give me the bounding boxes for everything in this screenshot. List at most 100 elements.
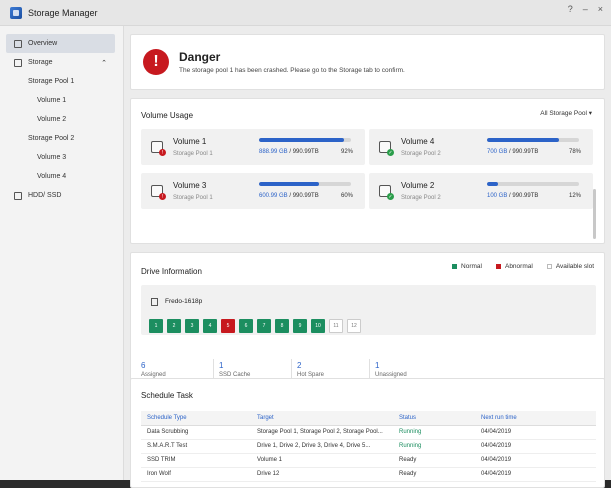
- volume-used: 100 GB: [487, 193, 508, 199]
- stat-value: 2: [297, 361, 302, 370]
- drive-slot-2[interactable]: 2: [167, 319, 181, 333]
- column-header[interactable]: Target: [251, 411, 393, 426]
- volume-used: 700 GB: [487, 149, 508, 155]
- volume-pool: Storage Pool 1: [173, 151, 213, 157]
- sidebar-item-label: Volume 1: [37, 97, 67, 104]
- scrollbar[interactable]: [593, 189, 596, 239]
- drive-slot-10[interactable]: 10: [311, 319, 325, 333]
- volume-pool: Storage Pool 1: [173, 195, 213, 201]
- volume-tile[interactable]: ! Volume 3 Storage Pool 1 600.99 GB / 99…: [141, 173, 365, 209]
- volume-name: Volume 4: [401, 137, 435, 146]
- volume-capacity: 100 GB / 990.99TB: [487, 193, 538, 199]
- volume-capacity: 600.99 GB / 990.99TB: [259, 193, 319, 199]
- drive-slot-9[interactable]: 9: [293, 319, 307, 333]
- table-header-row: Schedule Type Target Status Next run tim…: [141, 411, 596, 426]
- volume-tile[interactable]: ✓ Volume 2 Storage Pool 2 100 GB / 990.9…: [369, 173, 593, 209]
- cell-status: Running: [393, 439, 475, 454]
- column-header[interactable]: Status: [393, 411, 475, 426]
- volume-capacity: 700 GB / 990.99TB: [487, 149, 538, 155]
- volume-percent: 60%: [340, 193, 353, 199]
- legend-abnormal: Abnormal: [495, 263, 533, 270]
- volume-percent: 92%: [340, 149, 353, 155]
- drive-slot-6[interactable]: 6: [239, 319, 253, 333]
- volume-name: Volume 3: [173, 181, 207, 190]
- volume-total: / 990.99TB: [507, 149, 539, 155]
- volume-usage-title: Volume Usage: [141, 111, 194, 120]
- sidebar-item-storage-pool-1[interactable]: Storage Pool 1: [0, 72, 123, 91]
- sidebar-item-label: Volume 4: [37, 173, 67, 180]
- sidebar-item-storage-pool-2[interactable]: Storage Pool 2: [0, 129, 123, 148]
- sidebar-item-volume-2[interactable]: Volume 2: [0, 110, 123, 129]
- drive-slot-7[interactable]: 7: [257, 319, 271, 333]
- legend-available-label: Available slot: [555, 263, 594, 270]
- sidebar-item-storage[interactable]: Storage ⌃: [0, 53, 123, 72]
- main-content: ! Danger The storage pool 1 has been cra…: [124, 26, 611, 488]
- sidebar-item-hdd-ssd[interactable]: HDD/ SSD: [0, 186, 123, 205]
- nas-drive-panel: Fredo-1618p 1 2 3 4 5 6 7 8 9 10 11 12: [141, 285, 596, 335]
- usage-bar-fill: [259, 138, 344, 142]
- cell-type: Iron Wolf: [141, 467, 251, 482]
- stat-assigned: 6 Assigned: [141, 361, 166, 378]
- drive-slot-1[interactable]: 1: [149, 319, 163, 333]
- help-icon[interactable]: ?: [568, 4, 573, 14]
- sidebar: Overview Storage ⌃ Storage Pool 1 Volume…: [0, 26, 124, 480]
- sidebar-item-overview[interactable]: Overview: [6, 34, 115, 53]
- volume-percent: 12%: [568, 193, 581, 199]
- column-header[interactable]: Schedule Type: [141, 411, 251, 426]
- check-badge-icon: ✓: [387, 193, 394, 200]
- close-icon[interactable]: ×: [598, 4, 603, 14]
- error-badge-icon: !: [159, 193, 166, 200]
- drive-information-title: Drive Information: [141, 267, 202, 276]
- storage-manager-app-icon: [10, 6, 22, 19]
- volume-total: / 990.99TB: [287, 193, 319, 199]
- legend-abnormal-label: Abnormal: [504, 263, 533, 270]
- volume-tile[interactable]: ✓ Volume 4 Storage Pool 2 700 GB / 990.9…: [369, 129, 593, 165]
- usage-bar: [487, 182, 579, 186]
- volume-icon: !: [151, 141, 166, 156]
- alert-icon: !: [143, 49, 169, 75]
- stat-value: 1: [375, 361, 380, 370]
- volume-tile[interactable]: ! Volume 1 Storage Pool 1 888.99 GB / 99…: [141, 129, 365, 165]
- drive-slot-11[interactable]: 11: [329, 319, 343, 333]
- volume-icon: ✓: [379, 185, 394, 200]
- storage-pool-filter[interactable]: All Storage Pool ▾: [540, 109, 592, 117]
- drive-slot-12[interactable]: 12: [347, 319, 361, 333]
- drive-information-card: Drive Information Normal Abnormal Availa…: [130, 252, 605, 392]
- schedule-task-card: Schedule Task Schedule Type Target Statu…: [130, 378, 605, 488]
- table-row[interactable]: SSD TRIM Volume 1 Ready 04/04/2019: [141, 453, 596, 468]
- alert-title: Danger: [179, 50, 221, 64]
- cell-target: Drive 12: [251, 467, 393, 482]
- sidebar-item-volume-1[interactable]: Volume 1: [0, 91, 123, 110]
- usage-bar: [487, 138, 579, 142]
- drive-slot-8[interactable]: 8: [275, 319, 289, 333]
- cell-status: Ready: [393, 467, 475, 482]
- drive-slots: 1 2 3 4 5 6 7 8 9 10 11 12: [149, 319, 361, 333]
- column-header[interactable]: Next run time: [475, 411, 596, 426]
- drive-slot-3[interactable]: 3: [185, 319, 199, 333]
- drive-slot-5[interactable]: 5: [221, 319, 235, 333]
- minimize-icon[interactable]: –: [583, 4, 588, 14]
- table-row[interactable]: Iron Wolf Drive 12 Ready 04/04/2019: [141, 467, 596, 482]
- table-row[interactable]: S.M.A.R.T Test Drive 1, Drive 2, Drive 3…: [141, 439, 596, 454]
- chevron-up-icon[interactable]: ⌃: [101, 59, 107, 67]
- stat-ssd-cache: 1 SSD Cache: [219, 361, 250, 378]
- table-row[interactable]: Data Scrubbing Storage Pool 1, Storage P…: [141, 425, 596, 440]
- cell-target: Drive 1, Drive 2, Drive 3, Drive 4, Driv…: [251, 439, 393, 454]
- stat-hot-spare: 2 Hot Spare: [297, 361, 324, 378]
- volume-pool: Storage Pool 2: [401, 195, 441, 201]
- usage-bar: [259, 182, 351, 186]
- sidebar-item-volume-4[interactable]: Volume 4: [0, 167, 123, 186]
- sidebar-item-volume-3[interactable]: Volume 3: [0, 148, 123, 167]
- window-controls: ? – ×: [568, 4, 603, 14]
- stat-value: 6: [141, 361, 146, 370]
- schedule-task-title: Schedule Task: [141, 391, 193, 400]
- usage-bar-fill: [259, 182, 319, 186]
- legend-normal: Normal: [452, 263, 482, 270]
- usage-bar-fill: [487, 138, 559, 142]
- nas-name: Fredo-1618p: [165, 298, 203, 305]
- cell-type: S.M.A.R.T Test: [141, 439, 251, 454]
- legend-available: Available slot: [546, 263, 594, 270]
- sidebar-item-label: HDD/ SSD: [28, 192, 62, 199]
- volume-total: / 990.99TB: [287, 149, 319, 155]
- drive-slot-4[interactable]: 4: [203, 319, 217, 333]
